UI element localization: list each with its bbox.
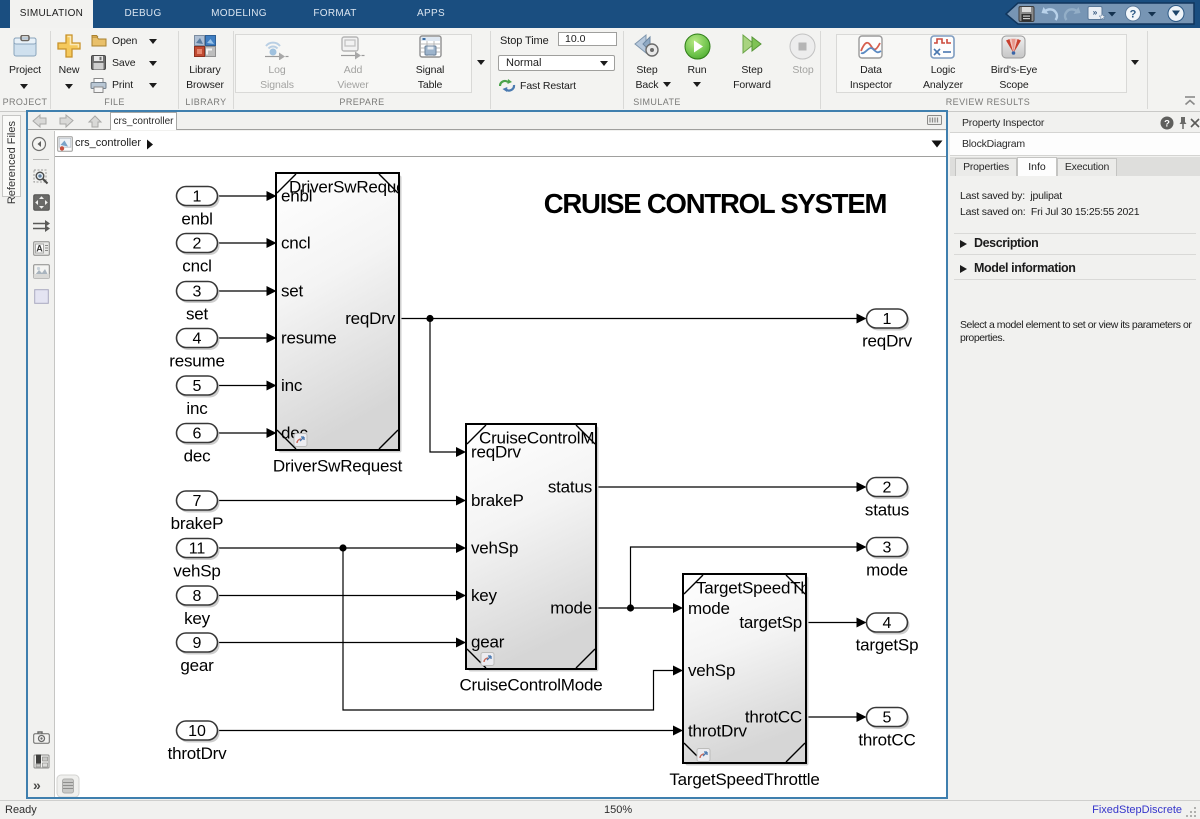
svg-text:status: status: [548, 478, 592, 497]
svg-text:throtCC: throtCC: [858, 731, 915, 750]
svg-text:2: 2: [883, 480, 892, 497]
svg-text:set: set: [186, 305, 209, 324]
svg-text:key: key: [184, 609, 211, 628]
svg-text:brakeP: brakeP: [471, 491, 524, 510]
svg-text:throtDrv: throtDrv: [688, 722, 748, 741]
svg-text:targetSp: targetSp: [856, 636, 919, 655]
svg-text:7: 7: [193, 493, 202, 510]
svg-text:TargetSpeedThrottle: TargetSpeedThrottle: [696, 579, 846, 598]
svg-text:9: 9: [193, 635, 202, 652]
svg-text:mode: mode: [866, 561, 908, 580]
svg-text:inc: inc: [281, 376, 303, 395]
svg-text:3: 3: [193, 284, 202, 301]
svg-text:1: 1: [193, 189, 202, 206]
svg-text:cncl: cncl: [281, 234, 310, 253]
svg-text:mode: mode: [688, 599, 730, 618]
svg-text:4: 4: [883, 615, 892, 632]
svg-text:inc: inc: [186, 399, 208, 418]
svg-text:6: 6: [193, 426, 202, 443]
svg-text:11: 11: [189, 541, 206, 558]
svg-text:dec: dec: [184, 447, 212, 466]
svg-text:vehSp: vehSp: [173, 562, 220, 581]
svg-text:reqDrv: reqDrv: [471, 443, 522, 462]
svg-text:3: 3: [883, 540, 892, 557]
svg-text:5: 5: [193, 378, 202, 395]
svg-text:vehSp: vehSp: [471, 539, 518, 558]
svg-text:1: 1: [883, 311, 892, 328]
svg-text:CRUISE CONTROL SYSTEM: CRUISE CONTROL SYSTEM: [544, 188, 887, 219]
svg-text:brakeP: brakeP: [171, 514, 224, 533]
svg-text:key: key: [471, 586, 498, 605]
svg-text:4: 4: [193, 331, 202, 348]
svg-text:set: set: [281, 282, 304, 301]
svg-text:gear: gear: [180, 656, 214, 675]
svg-text:resume: resume: [169, 352, 225, 371]
svg-text:?: ?: [1130, 9, 1137, 21]
svg-text:DriverSwRequest: DriverSwRequest: [273, 457, 403, 476]
svg-text:vehSp: vehSp: [688, 661, 735, 680]
svg-text:enbl: enbl: [281, 187, 312, 206]
svg-text:throtDrv: throtDrv: [168, 744, 228, 763]
svg-text:cncl: cncl: [182, 257, 211, 276]
svg-text:status: status: [865, 501, 909, 520]
svg-text:10: 10: [188, 723, 206, 740]
svg-text:mode: mode: [550, 599, 592, 618]
svg-text:2: 2: [193, 236, 202, 253]
svg-text:targetSp: targetSp: [739, 613, 802, 632]
svg-text:resume: resume: [281, 329, 337, 348]
svg-text:CruiseControlMode: CruiseControlMode: [459, 676, 602, 695]
svg-text:gear: gear: [471, 633, 505, 652]
svg-text:reqDrv: reqDrv: [345, 309, 396, 328]
svg-text:reqDrv: reqDrv: [862, 332, 913, 351]
svg-text:throtCC: throtCC: [745, 708, 802, 727]
svg-text:TargetSpeedThrottle: TargetSpeedThrottle: [669, 770, 819, 789]
svg-text:?: ?: [1164, 119, 1170, 130]
svg-text:A: A: [36, 244, 43, 254]
svg-text:8: 8: [193, 588, 202, 605]
svg-text:»: »: [1093, 7, 1098, 17]
svg-text:5: 5: [883, 710, 892, 727]
svg-text:enbl: enbl: [181, 210, 212, 229]
